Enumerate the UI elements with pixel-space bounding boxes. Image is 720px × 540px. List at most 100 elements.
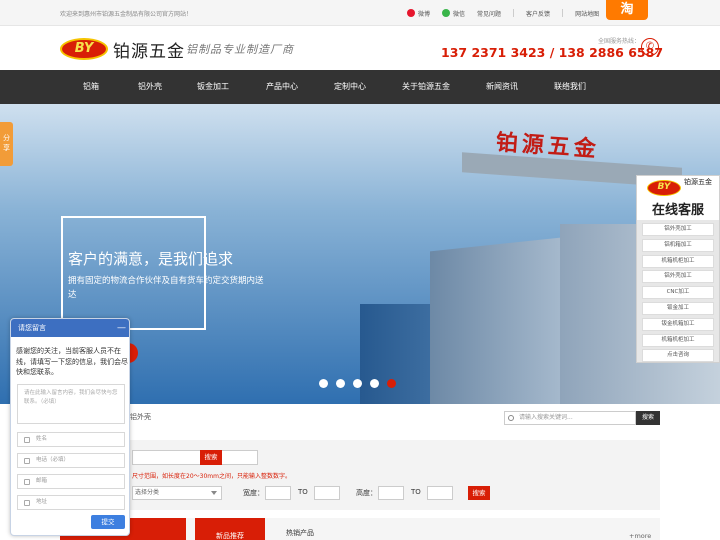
wechat-icon bbox=[442, 9, 451, 17]
header: BY 铂源五金 铝制品专业制造厂商 全国服务热线： 137 2371 3423 … bbox=[0, 26, 720, 70]
banner-title: 客户的满意，是我们追求 bbox=[68, 250, 234, 268]
name-field[interactable]: 姓名 bbox=[17, 432, 125, 447]
online-service-panel: BY 铂源五金 在线客服 铝外壳加工 铝机箱加工 机箱机柜加工 铝外壳加工 CN… bbox=[636, 175, 720, 363]
keyword-search-button[interactable]: 搜索 bbox=[200, 450, 222, 465]
width-label: 宽度： bbox=[243, 489, 264, 497]
nav-item-aluminum-shell[interactable]: 铝外壳 bbox=[122, 70, 178, 104]
width-max-input[interactable] bbox=[314, 486, 340, 500]
keyword-input[interactable] bbox=[132, 450, 258, 465]
nav-item-news[interactable]: 新闻资讯 bbox=[468, 70, 536, 104]
submit-button[interactable]: 提交 bbox=[91, 515, 125, 529]
leave-message-widget: 请您留言 — 感谢您的关注，当前客服人员不在线，请填写一下您的信息，我们会尽快和… bbox=[10, 318, 130, 536]
minimize-icon[interactable]: — bbox=[117, 319, 126, 337]
product-filter: 搜索 尺寸范围，如长度在20～30mm之间，只能输入整数数字。 选择分类 宽度：… bbox=[60, 440, 660, 510]
wechat-link[interactable]: 微信 bbox=[442, 9, 465, 18]
service-item[interactable]: 机箱机柜加工 bbox=[642, 254, 714, 268]
email-placeholder: 邮箱 bbox=[36, 478, 48, 484]
banner-text: 拥有固定的物流合作伙伴及自有货车约定交货期内送达 bbox=[68, 276, 264, 300]
banner-frame bbox=[61, 216, 206, 330]
weibo-icon bbox=[407, 9, 415, 17]
service-header: BY 铂源五金 在线客服 bbox=[637, 176, 719, 220]
width-to-label: TO bbox=[298, 488, 308, 496]
weibo-label: 微博 bbox=[418, 10, 431, 18]
nav-item-aluminum-box[interactable]: 铝箱 bbox=[60, 70, 122, 104]
service-item[interactable]: CNC加工 bbox=[642, 286, 714, 300]
taobao-button[interactable]: 淘 bbox=[606, 0, 648, 20]
weibo-link[interactable]: 微博 bbox=[407, 9, 430, 18]
search-icon bbox=[508, 415, 514, 421]
chevron-down-icon bbox=[211, 491, 217, 495]
chat-title: 请您留言 bbox=[18, 324, 46, 332]
breadcrumb[interactable]: 铝外壳 bbox=[130, 412, 151, 422]
search-input[interactable]: 请输入搜索关键词... bbox=[504, 411, 636, 425]
tab-hot-products[interactable]: 热销产品 bbox=[286, 528, 314, 538]
filter-search-button[interactable]: 搜索 bbox=[468, 486, 490, 500]
nav-item-about[interactable]: 关于铂源五金 bbox=[384, 70, 468, 104]
service-title: 在线客服 bbox=[651, 203, 704, 218]
divider bbox=[513, 9, 515, 17]
phone-field[interactable]: 电话（必填） bbox=[17, 453, 125, 468]
height-label: 高度： bbox=[356, 489, 377, 497]
service-brand: 铂源五金 bbox=[684, 178, 712, 186]
hotline-numbers: 137 2371 3423 / 138 2886 6587 bbox=[441, 45, 664, 60]
email-field[interactable]: 邮箱 bbox=[17, 474, 125, 489]
search-button[interactable]: 搜索 bbox=[636, 411, 660, 425]
height-to-label: TO bbox=[411, 488, 421, 496]
service-item[interactable]: 钣金加工 bbox=[642, 301, 714, 315]
height-max-input[interactable] bbox=[427, 486, 453, 500]
service-item[interactable]: 铝外壳加工 bbox=[642, 223, 714, 236]
slider-dot[interactable] bbox=[353, 379, 362, 388]
service-list: 铝外壳加工 铝机箱加工 机箱机柜加工 铝外壳加工 CNC加工 钣金加工 钣金机箱… bbox=[642, 223, 714, 365]
slider-dot-active[interactable] bbox=[387, 379, 396, 388]
wechat-label: 微信 bbox=[453, 10, 466, 18]
width-min-input[interactable] bbox=[265, 486, 291, 500]
page: 欢迎来到惠州市铂源五金制品有限公司官方网站！ 微博 微信 常见问题 客户反馈 网… bbox=[0, 0, 720, 540]
search-placeholder: 请输入搜索关键词... bbox=[519, 414, 573, 421]
sitemap-link[interactable]: 网站地图 bbox=[575, 9, 599, 18]
address-placeholder: 地址 bbox=[36, 499, 48, 505]
top-links: 微博 微信 常见问题 客户反馈 网站地图 bbox=[407, 6, 611, 20]
feedback-link[interactable]: 客户反馈 bbox=[526, 9, 550, 18]
hotline-label: 全国服务热线： bbox=[597, 38, 640, 45]
service-item[interactable]: 钣金机箱加工 bbox=[642, 317, 714, 331]
chat-message: 感谢您的关注，当前客服人员不在线，请填写一下您的信息，我们会尽快和您联系。 bbox=[16, 347, 128, 376]
service-item[interactable]: 铝机箱加工 bbox=[642, 238, 714, 252]
service-item[interactable]: 机箱机柜加工 bbox=[642, 333, 714, 347]
nav-item-products[interactable]: 产品中心 bbox=[248, 70, 316, 104]
nav-item-contact[interactable]: 联络我们 bbox=[536, 70, 604, 104]
service-consult-button[interactable]: 点击咨询 bbox=[642, 349, 714, 363]
slider-dot[interactable] bbox=[370, 379, 379, 388]
divider bbox=[562, 9, 564, 17]
nav-item-custom[interactable]: 定制中心 bbox=[316, 70, 384, 104]
mail-icon bbox=[24, 479, 30, 485]
message-textarea[interactable]: 请在此输入留言内容，我们会尽快与您联系。（必填） bbox=[17, 384, 125, 424]
address-field[interactable]: 地址 bbox=[17, 495, 125, 510]
logo[interactable]: BY bbox=[60, 38, 108, 60]
category-select-value: 选择分类 bbox=[135, 489, 160, 496]
tab-new-products[interactable]: 新品推荐 bbox=[195, 518, 265, 540]
size-range-note: 尺寸范围，如长度在20～30mm之间，只能输入整数数字。 bbox=[132, 473, 291, 480]
phone-placeholder: 电话（必填） bbox=[36, 457, 70, 463]
slider-dot[interactable] bbox=[336, 379, 345, 388]
welcome-text: 欢迎来到惠州市铂源五金制品有限公司官方网站！ bbox=[60, 11, 193, 18]
share-tab[interactable]: 分享 bbox=[0, 122, 13, 166]
phone-icon: ✆ bbox=[641, 38, 659, 56]
name-placeholder: 姓名 bbox=[36, 436, 48, 442]
slider-dot[interactable] bbox=[319, 379, 328, 388]
service-logo: BY bbox=[647, 180, 681, 196]
service-item[interactable]: 铝外壳加工 bbox=[642, 270, 714, 284]
user-icon bbox=[24, 437, 30, 443]
slogan: 铝制品专业制造厂商 bbox=[186, 43, 294, 56]
location-icon bbox=[24, 500, 30, 506]
company-name: 铂源五金 bbox=[113, 42, 185, 62]
height-min-input[interactable] bbox=[378, 486, 404, 500]
chat-header[interactable]: 请您留言 — bbox=[11, 319, 129, 337]
nav-item-sheet-metal[interactable]: 钣金加工 bbox=[178, 70, 248, 104]
faq-link[interactable]: 常见问题 bbox=[477, 9, 501, 18]
more-link[interactable]: +more bbox=[629, 532, 651, 540]
category-select[interactable]: 选择分类 bbox=[132, 486, 222, 500]
phone-small-icon bbox=[24, 458, 30, 464]
top-bar: 欢迎来到惠州市铂源五金制品有限公司官方网站！ 微博 微信 常见问题 客户反馈 网… bbox=[0, 0, 720, 26]
main-nav: 铝箱 铝外壳 钣金加工 产品中心 定制中心 关于铂源五金 新闻资讯 联络我们 bbox=[0, 70, 720, 104]
building-shape bbox=[430, 236, 570, 404]
